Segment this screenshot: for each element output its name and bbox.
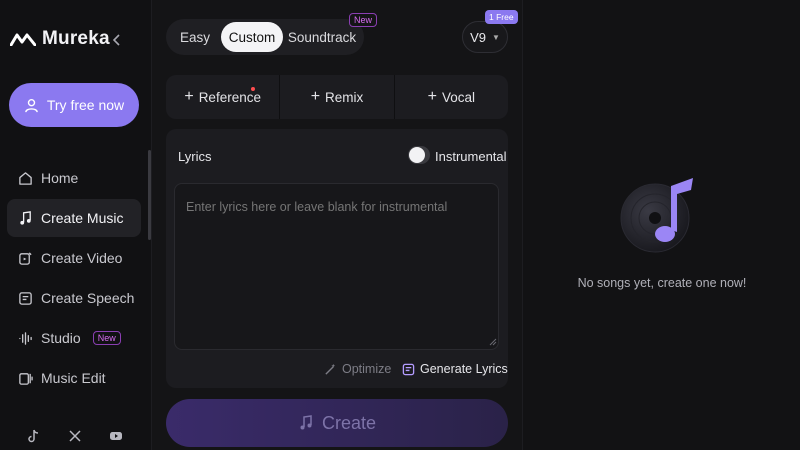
optimize-label: Optimize [342,362,392,376]
video-edit-icon [19,251,32,265]
mode-tabs: Easy Custom Soundtrack [166,19,364,55]
plus-icon: + [427,88,437,105]
lyrics-title: Lyrics [178,149,212,164]
waveform-icon [19,331,32,345]
social-links [26,428,123,443]
music-edit-icon [19,372,33,385]
tab-easy[interactable]: Easy [169,22,221,52]
resize-grip-icon[interactable] [488,337,497,346]
app-name: Mureka [42,28,110,49]
sidebar-item-create-video[interactable]: Create Video [7,239,141,277]
try-free-button[interactable]: Try free now [9,83,139,127]
tab-soundtrack[interactable]: Soundtrack [283,22,361,52]
caret-down-icon: ▼ [491,32,500,42]
remix-button[interactable]: + Remix [279,75,393,119]
vinyl-music-icon [620,178,693,253]
new-badge: New [92,331,121,345]
speech-icon [19,291,32,305]
soundtrack-new-badge: New [349,13,378,27]
generate-lyrics-icon [402,363,415,375]
sidebar-item-label: Create Video [41,250,123,266]
sidebar-item-studio[interactable]: Studio New [7,319,141,357]
sidebar-item-create-music[interactable]: Create Music [7,199,141,237]
sidebar-item-label: Home [41,170,79,186]
create-panel: Easy Custom Soundtrack New V9 ▼ 1 Free +… [152,0,522,450]
version-select[interactable]: V9 ▼ [462,21,508,53]
mureka-logo-icon [10,33,36,46]
option-bar: + Reference + Remix + Vocal [166,75,508,119]
sidebar-item-label: Create Speech [41,290,135,306]
plus-icon: + [310,88,321,105]
optimize-button[interactable]: Optimize [324,362,391,376]
sidebar-item-home[interactable]: Home [7,159,141,197]
chevron-left-icon[interactable] [111,32,123,48]
sidebar-item-create-speech[interactable]: Create Speech [7,279,141,317]
tiktok-icon[interactable] [26,428,41,443]
logo[interactable]: Mureka [10,28,110,50]
notification-dot [251,87,255,91]
instrumental-label: Instrumental [435,149,507,164]
reference-button[interactable]: + Reference [166,75,279,119]
x-icon[interactable] [67,428,82,443]
youtube-icon[interactable] [108,428,123,443]
sidebar-scrollbar[interactable] [148,150,151,240]
generate-lyrics-button[interactable]: Generate Lyrics [402,362,508,376]
music-note-icon [300,415,312,430]
music-note-icon [20,210,31,225]
lyrics-card: Lyrics Instrumental Optimize Generate Ly… [166,129,508,388]
home-icon [19,171,32,185]
plus-icon: + [184,88,194,105]
vocal-label: Vocal [441,89,475,105]
user-icon [25,98,38,112]
try-free-label: Try free now [46,97,125,113]
sidebar-item-label: Create Music [41,210,124,226]
create-button[interactable]: Create [166,399,508,447]
sidebar: Mureka Try free now Home Create Music Cr… [0,0,152,450]
empty-state-text: No songs yet, create one now! [577,276,747,290]
lyrics-input[interactable] [174,183,499,350]
instrumental-toggle[interactable] [408,146,430,164]
sidebar-item-label: Studio [41,330,81,346]
tab-custom[interactable]: Custom [221,22,283,52]
sidebar-item-label: Music Edit [41,370,106,386]
toggle-knob [409,147,425,163]
magic-wand-icon [325,363,336,375]
create-label: Create [321,412,377,433]
reference-label: Reference [198,89,261,105]
remix-label: Remix [325,89,364,105]
vocal-button[interactable]: + Vocal [393,75,508,119]
generate-lyrics-label: Generate Lyrics [420,362,508,376]
version-label: V9 [470,29,486,45]
sidebar-item-music-edit[interactable]: Music Edit [7,359,141,397]
song-list-panel: No songs yet, create one now! [522,0,800,450]
sidebar-nav: Home Create Music Create Video Create Sp… [7,159,141,399]
free-badge: 1 Free [485,10,518,24]
